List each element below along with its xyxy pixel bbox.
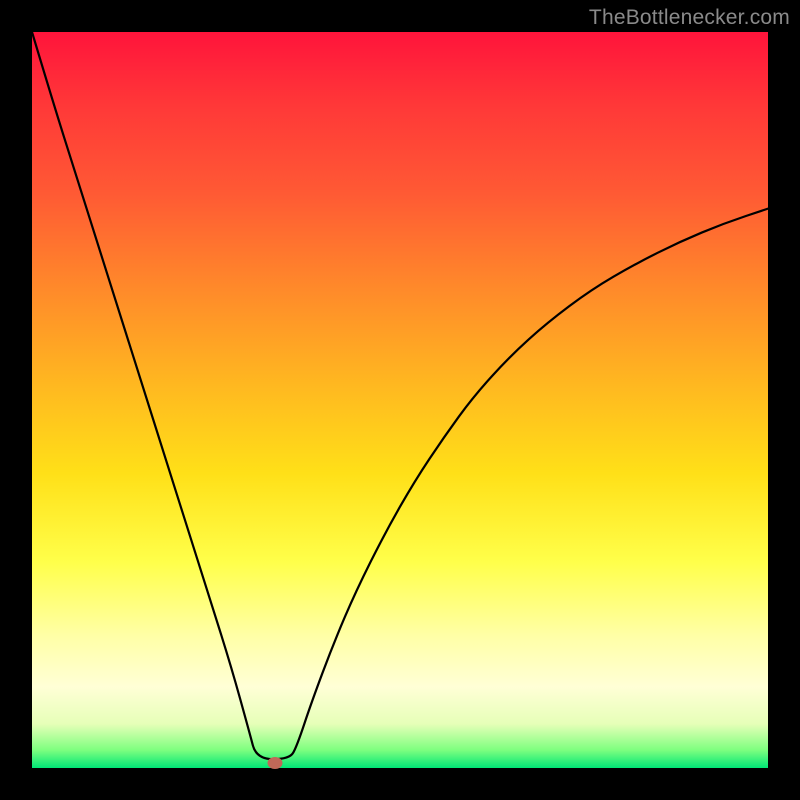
chart-frame: TheBottlenecker.com bbox=[0, 0, 800, 800]
watermark-text: TheBottlenecker.com bbox=[589, 6, 790, 30]
bottleneck-curve bbox=[32, 32, 768, 768]
minimum-marker bbox=[267, 757, 282, 769]
plot-area bbox=[32, 32, 768, 768]
